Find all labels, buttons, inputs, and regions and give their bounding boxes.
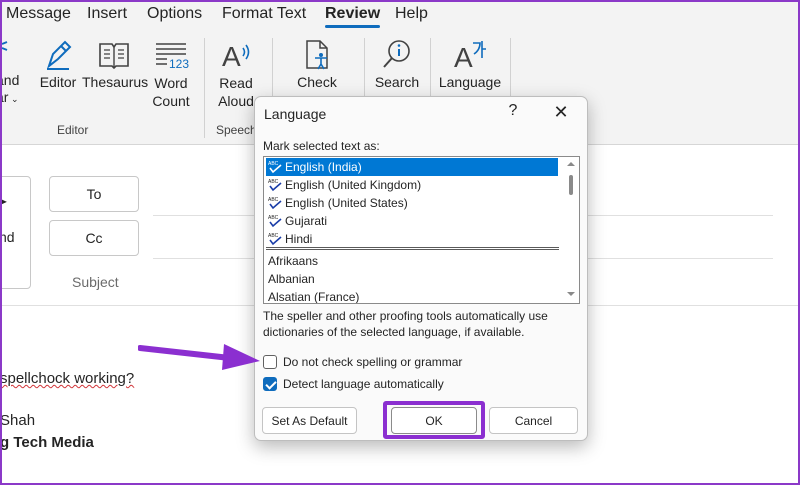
tab-review[interactable]: Review [325, 5, 381, 28]
list-item-label: Hindi [285, 232, 313, 246]
do-not-check-label: Do not check spelling or grammar [283, 355, 463, 369]
svg-text:ABC: ABC [268, 215, 279, 221]
detect-language-option[interactable]: Detect language automatically [263, 377, 444, 391]
set-as-default-button[interactable]: Set As Default [262, 407, 357, 434]
editor-pen-icon [47, 40, 72, 70]
send-label: nd [0, 229, 15, 245]
annotation-arrow-icon [138, 344, 260, 370]
send-arrow-icon: ➤ [0, 197, 8, 208]
list-item[interactable]: Albanian [266, 270, 558, 288]
list-item-label: English (United Kingdom) [285, 178, 422, 192]
read-aloud-icon: A [222, 41, 250, 72]
menu-bar: Message Insert Options Format Text Revie… [0, 0, 800, 30]
do-not-check-option[interactable]: Do not check spelling or grammar [263, 355, 462, 369]
ribbon-separator [204, 38, 205, 138]
scroll-down-icon[interactable] [567, 292, 575, 296]
language-dialog: Language ? ✕ Mark selected text as: ABC E… [254, 96, 588, 441]
info-search-icon [383, 40, 410, 68]
misspelled-word: spellchock working? [0, 370, 135, 387]
tab-insert[interactable]: Insert [87, 5, 127, 23]
spelling-label: and [0, 72, 20, 88]
thesaurus-button[interactable]: Thesaurus [82, 38, 149, 90]
language-listbox[interactable]: ABC English (India) ABC English (United Ki… [263, 156, 580, 304]
dialog-title: Language [264, 106, 327, 122]
cancel-button[interactable]: Cancel [489, 407, 578, 434]
scrollbar-thumb[interactable] [569, 175, 573, 195]
list-item[interactable]: ABC English (United Kingdom) [266, 176, 558, 194]
list-item-label: Albanian [268, 272, 315, 286]
book-icon [99, 43, 129, 70]
spellcheck-icon: ABC [268, 179, 282, 192]
tab-help[interactable]: Help [395, 5, 428, 23]
spelling-icon [1, 41, 8, 51]
search-label: Search [374, 74, 420, 90]
group-label-speech: Speech [216, 123, 257, 137]
signature-company: g Tech Media [0, 434, 94, 451]
list-item[interactable]: ABC Gujarati [266, 212, 558, 230]
chevron-down-icon: ⌄ [8, 94, 19, 104]
list-divider [266, 247, 559, 250]
list-item-label: Alsatian (France) [268, 290, 360, 304]
tab-options[interactable]: Options [147, 5, 202, 23]
svg-text:ABC: ABC [268, 179, 279, 185]
read-aloud-label-1: Read [219, 75, 253, 91]
list-item[interactable]: ABC English (India) [266, 158, 558, 176]
word-count-label-2: Count [152, 93, 190, 109]
spelling-grammar-button[interactable]: and ar ⌄ [0, 38, 30, 108]
language-button[interactable]: A Language [438, 38, 502, 90]
word-count-button[interactable]: 123 Word Count [150, 38, 192, 110]
check-label: Check [297, 74, 337, 90]
body-text-line[interactable]: spellchock working? [0, 370, 134, 387]
detect-language-checkbox[interactable] [263, 377, 277, 391]
scroll-up-icon[interactable] [567, 162, 575, 166]
tab-message[interactable]: Message [6, 5, 71, 23]
svg-text:A: A [222, 41, 241, 72]
spellcheck-icon: ABC [268, 161, 282, 174]
group-label-editor: Editor [57, 123, 89, 137]
read-aloud-label-2: Aloud [218, 93, 254, 109]
detect-language-label: Detect language automatically [283, 377, 444, 391]
ok-button[interactable]: OK [391, 407, 477, 434]
subject-field[interactable]: Subject [72, 274, 119, 290]
language-label: Language [438, 74, 502, 90]
do-not-check-checkbox[interactable] [263, 355, 277, 369]
search-button[interactable]: Search [372, 38, 422, 90]
svg-text:123: 123 [169, 57, 189, 71]
svg-text:ABC: ABC [268, 161, 279, 167]
editor-label: Editor [39, 74, 77, 90]
listbox-scrollbar[interactable] [564, 158, 578, 302]
list-item[interactable]: Alsatian (France) [266, 288, 558, 304]
word-count-label-1: Word [154, 75, 188, 91]
list-item[interactable]: ABC English (United States) [266, 194, 558, 212]
spellcheck-icon: ABC [268, 233, 282, 246]
svg-text:ABC: ABC [268, 233, 279, 239]
signature-name: Shah [0, 412, 36, 429]
read-aloud-button[interactable]: A Read Aloud [214, 38, 258, 110]
tab-format-text[interactable]: Format Text [222, 5, 306, 23]
spellcheck-icon: ABC [268, 197, 282, 210]
word-count-icon: 123 [156, 43, 189, 71]
list-item[interactable]: Afrikaans [266, 252, 558, 270]
spellcheck-icon: ABC [268, 215, 282, 228]
dialog-note: The speller and other proofing tools aut… [263, 309, 548, 339]
list-item-label: Gujarati [285, 214, 328, 228]
cc-button[interactable]: Cc [49, 220, 139, 256]
mark-selected-label: Mark selected text as: [263, 139, 380, 153]
thesaurus-label: Thesaurus [82, 74, 149, 90]
help-button[interactable]: ? [503, 102, 523, 120]
send-button[interactable]: ➤ nd [0, 176, 31, 289]
editor-button[interactable]: Editor [36, 38, 80, 90]
list-item-label: English (United States) [285, 196, 408, 210]
check-accessibility-button[interactable]: Check [292, 38, 342, 90]
svg-text:ABC: ABC [268, 197, 279, 203]
list-item-label: English (India) [285, 160, 362, 174]
to-button[interactable]: To [49, 176, 139, 212]
list-item-label: Afrikaans [268, 254, 319, 268]
language-icon: A [454, 41, 486, 72]
close-button[interactable]: ✕ [549, 101, 573, 125]
list-item[interactable]: ABC Hindi [266, 230, 558, 248]
accessibility-icon [306, 40, 328, 70]
svg-text:A: A [454, 42, 473, 72]
